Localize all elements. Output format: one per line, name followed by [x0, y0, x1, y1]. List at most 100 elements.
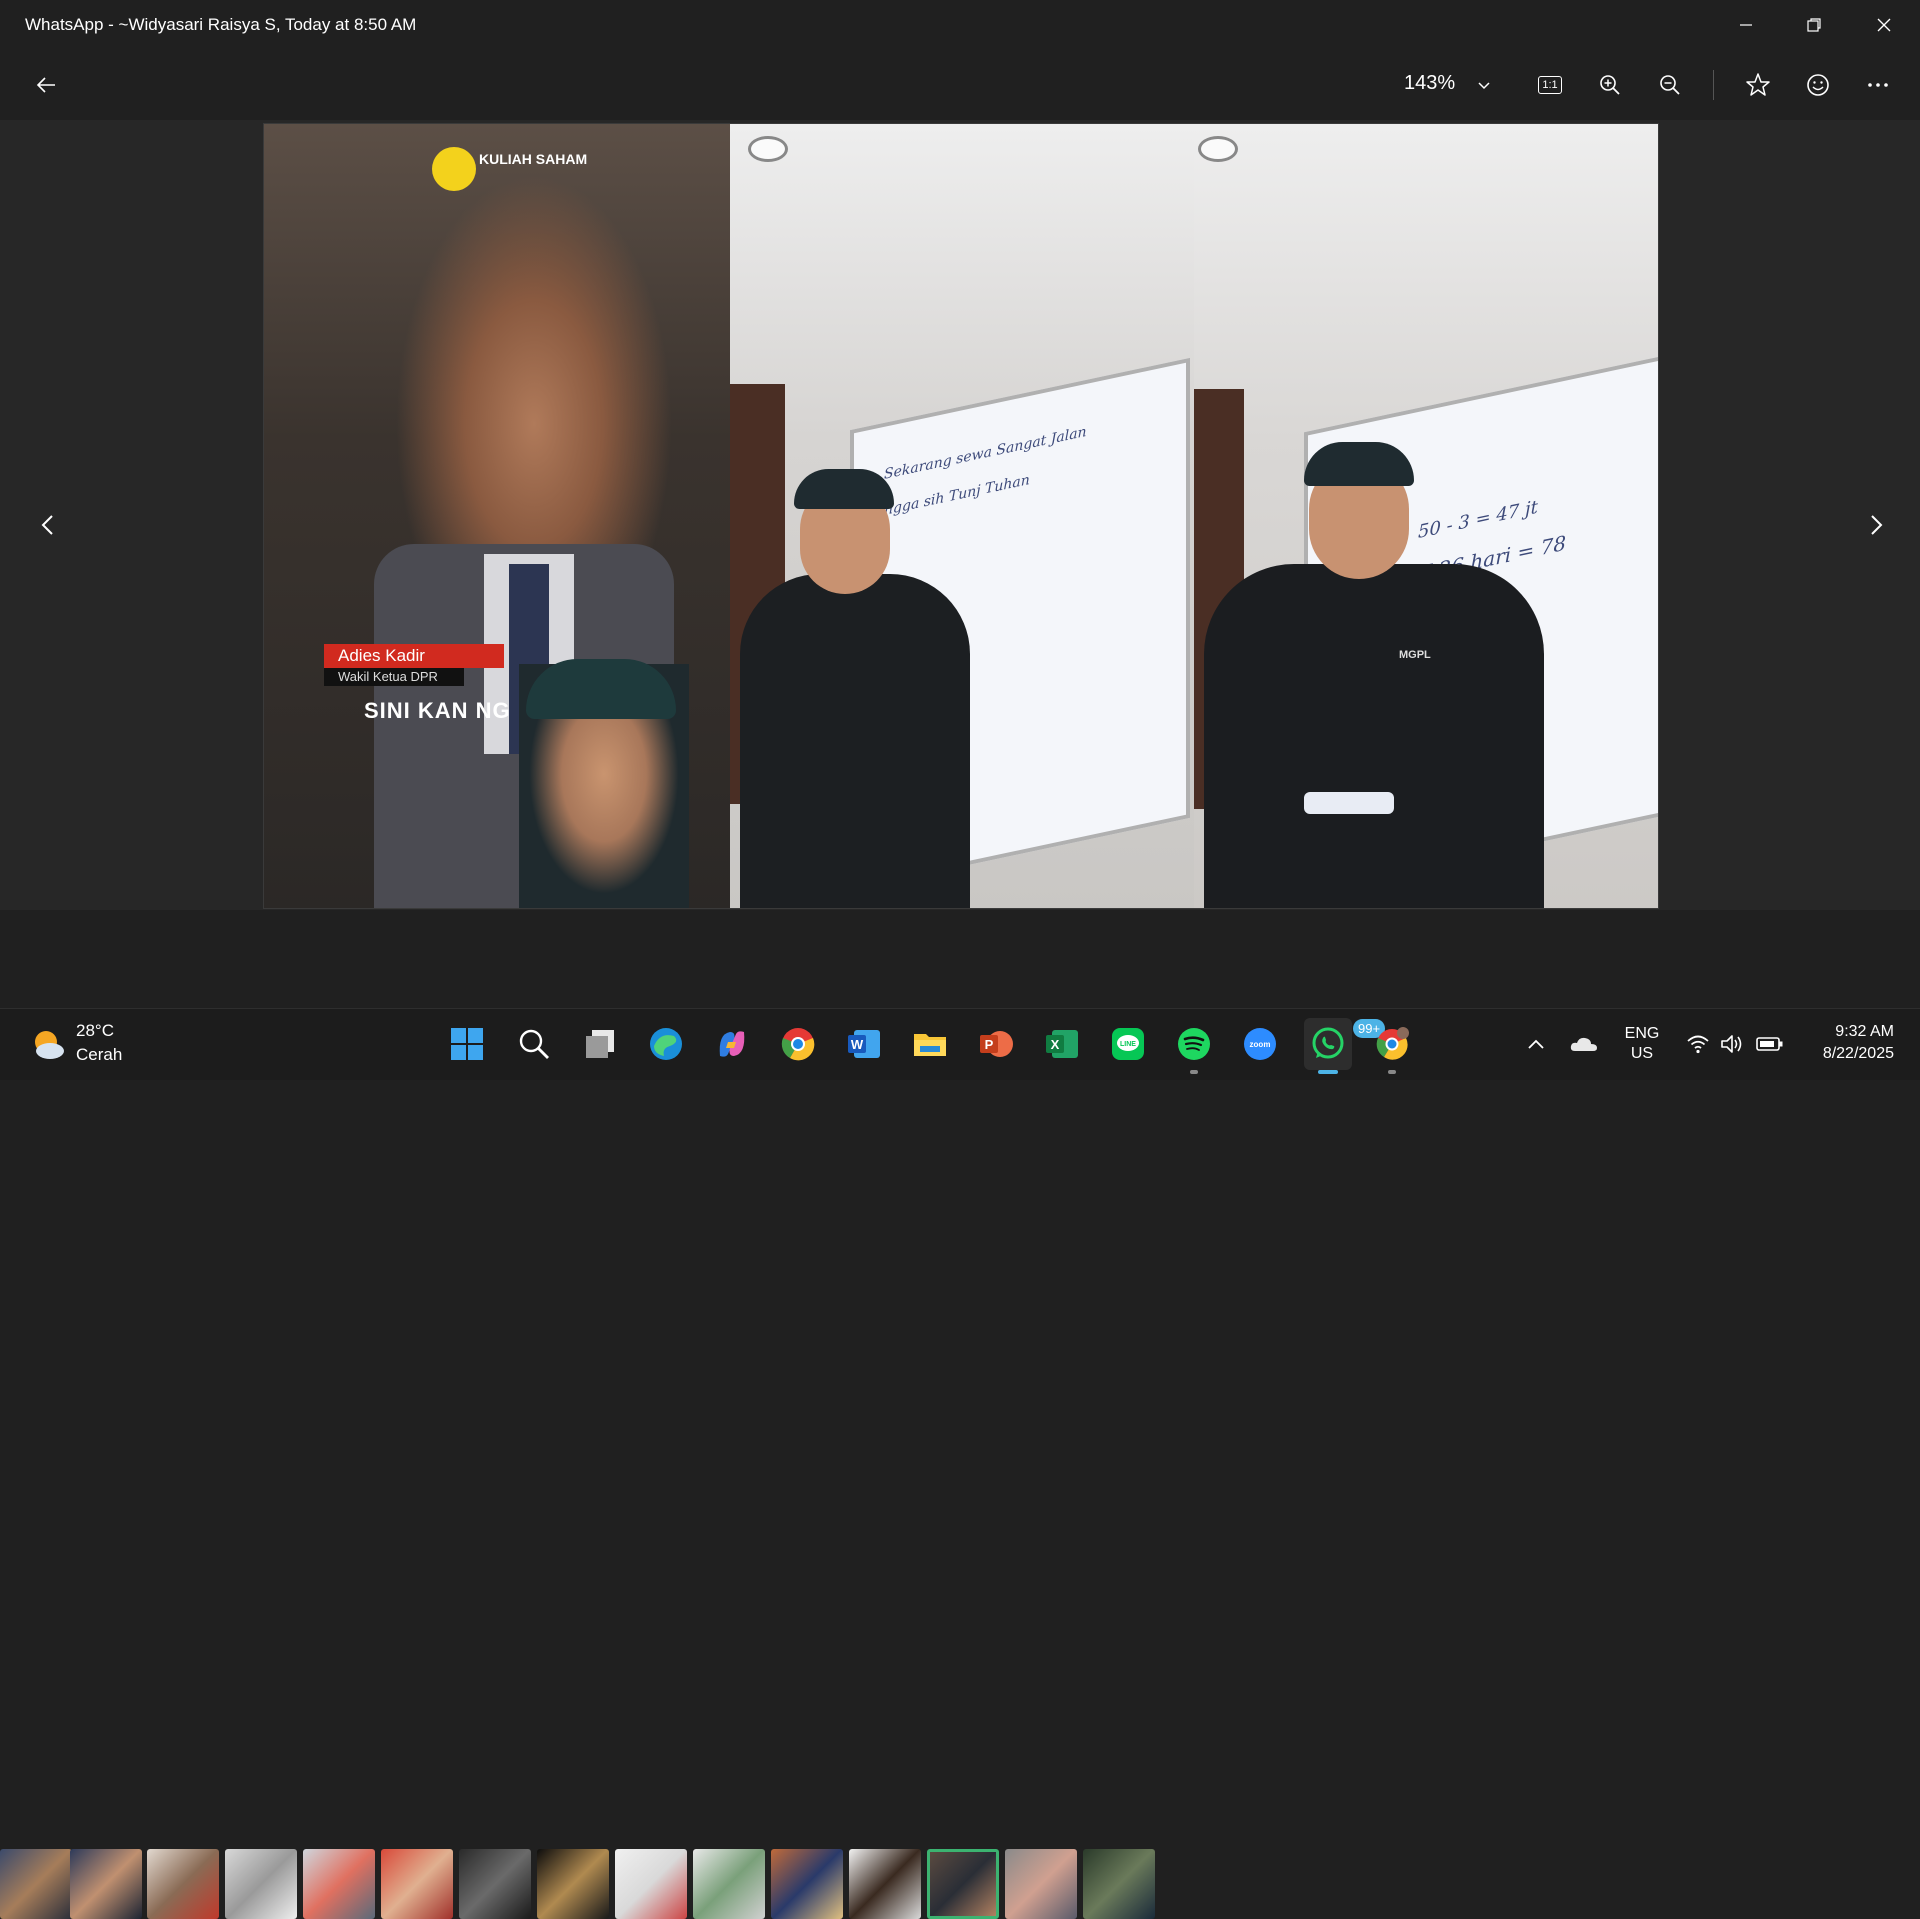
thumbnail[interactable] — [303, 1849, 375, 1919]
excel-app[interactable]: X — [1040, 1022, 1084, 1066]
thumbnail[interactable] — [1083, 1849, 1155, 1919]
minimize-icon — [1740, 24, 1752, 26]
file-explorer-app[interactable] — [908, 1022, 952, 1066]
svg-text:X: X — [1051, 1037, 1060, 1052]
react-button[interactable] — [1800, 67, 1836, 103]
svg-text:zoom: zoom — [1250, 1040, 1271, 1049]
clock-date: 8/22/2025 — [1822, 1045, 1894, 1062]
thumbnail[interactable] — [70, 1849, 142, 1919]
task-view-button[interactable] — [578, 1022, 622, 1066]
edge-app[interactable] — [644, 1022, 688, 1066]
thumbnail[interactable] — [0, 1849, 72, 1919]
displayed-photo[interactable]: KULIAH SAHAM Adies Kadir Wakil Ketua DPR… — [263, 123, 1659, 909]
restore-button[interactable] — [1780, 0, 1848, 50]
input-language-indicator[interactable]: ENG US — [1620, 1024, 1664, 1064]
thumbnail[interactable] — [381, 1849, 453, 1919]
word-app[interactable]: W — [842, 1022, 886, 1066]
wifi-icon — [1687, 1035, 1709, 1054]
more-options-button[interactable] — [1860, 67, 1896, 103]
presenter-body — [740, 574, 970, 908]
svg-text:W: W — [851, 1037, 864, 1052]
whatsapp-icon — [1312, 1027, 1344, 1059]
powerpoint-app[interactable]: P — [974, 1022, 1018, 1066]
zoom-app[interactable]: zoom — [1238, 1022, 1282, 1066]
word-icon: W — [848, 1030, 880, 1058]
minimize-button[interactable] — [1712, 0, 1780, 50]
thumbnail[interactable] — [225, 1849, 297, 1919]
filmstrip — [0, 923, 1920, 1919]
caption-subtitle: SINI KAN NG — [364, 698, 511, 723]
ceiling-light — [748, 136, 788, 162]
caption-role: Wakil Ketua DPR — [324, 668, 464, 686]
photo-panel-whiteboard-2: 50 - 3 = 47 jt X 26 hari = 78 MGPL — [1194, 124, 1658, 908]
onedrive-button[interactable] — [1564, 1022, 1604, 1066]
chevron-down-icon — [1478, 82, 1490, 90]
logo-text: KULIAH SAHAM — [479, 151, 588, 167]
whiteboard-text-2: ngga sih Tunj Tuhan — [884, 471, 1030, 519]
excel-icon: X — [1046, 1030, 1078, 1058]
zoom-out-button[interactable] — [1652, 67, 1688, 103]
chevron-left-icon — [41, 515, 53, 535]
show-hidden-icons-button[interactable] — [1516, 1022, 1556, 1066]
previous-image-button[interactable] — [28, 505, 68, 545]
presenter-cap-2 — [1304, 442, 1414, 486]
star-button[interactable] — [1740, 67, 1776, 103]
whatsapp-app[interactable] — [1304, 1018, 1352, 1070]
whiteboard-text-1: Sekarang sewa Sangat Jalan — [884, 423, 1087, 483]
spotify-running-indicator — [1190, 1070, 1198, 1074]
back-button[interactable] — [28, 67, 64, 103]
marker-in-hand — [1304, 792, 1394, 814]
thumbnail[interactable] — [1005, 1849, 1077, 1919]
chrome-profile-app[interactable] — [1370, 1022, 1414, 1066]
thumbnail[interactable] — [771, 1849, 843, 1919]
spotify-app[interactable] — [1172, 1022, 1216, 1066]
zoom-dropdown-button[interactable] — [1466, 67, 1502, 103]
presenter-cap — [794, 469, 894, 509]
actual-size-icon: 1:1 — [1538, 76, 1562, 94]
ceiling-light-2 — [1198, 136, 1238, 162]
copilot-app[interactable] — [710, 1022, 754, 1066]
thumbnail[interactable] — [459, 1849, 531, 1919]
chrome-app[interactable] — [776, 1022, 820, 1066]
back-arrow-icon — [36, 77, 55, 93]
viewer-toolbar — [0, 50, 1920, 120]
weather-widget[interactable] — [28, 1024, 68, 1064]
battery-button[interactable] — [1750, 1022, 1790, 1066]
copilot-icon — [719, 1031, 745, 1057]
thumbnail[interactable] — [615, 1849, 687, 1919]
thumbnail[interactable] — [849, 1849, 921, 1919]
language-code: ENG — [1624, 1025, 1660, 1042]
photo-panel-news: KULIAH SAHAM Adies Kadir Wakil Ketua DPR… — [264, 124, 730, 908]
next-image-button[interactable] — [1856, 505, 1896, 545]
window-title: WhatsApp - ~Widyasari Raisya S, Today at… — [25, 15, 417, 34]
chevron-up-icon — [1528, 1039, 1544, 1049]
zoom-in-button[interactable] — [1592, 67, 1628, 103]
search-button[interactable] — [512, 1022, 556, 1066]
system-clock[interactable]: 9:32 AM 8/22/2025 — [1800, 1021, 1894, 1065]
thumbnail[interactable] — [147, 1849, 219, 1919]
chrome-profile-icon — [1376, 1027, 1409, 1060]
caption-name: Adies Kadir — [324, 644, 504, 668]
svg-text:P: P — [985, 1037, 994, 1052]
thumbnail-selected[interactable] — [927, 1849, 999, 1919]
line-app[interactable]: LINE — [1106, 1022, 1150, 1066]
search-icon — [519, 1029, 549, 1059]
volume-button[interactable] — [1712, 1022, 1752, 1066]
weather-temperature[interactable]: 28°C — [76, 1021, 114, 1041]
weather-sun-cloud-icon — [35, 1031, 64, 1059]
zoom-icon: zoom — [1244, 1028, 1276, 1060]
close-button[interactable] — [1850, 0, 1918, 50]
close-icon — [1877, 18, 1891, 32]
start-button[interactable] — [445, 1022, 489, 1066]
zoom-in-icon — [1600, 75, 1620, 95]
folder-icon — [914, 1034, 946, 1056]
weather-description[interactable]: Cerah — [76, 1045, 122, 1065]
actual-size-button[interactable]: 1:1 — [1532, 67, 1568, 103]
whatsapp-active-indicator — [1318, 1070, 1338, 1074]
shirt-logo: MGPL — [1399, 649, 1431, 661]
zoom-level[interactable]: 143% — [1404, 72, 1455, 95]
speaker-icon — [1721, 1035, 1742, 1053]
thumbnail[interactable] — [537, 1849, 609, 1919]
spotify-icon — [1178, 1028, 1210, 1060]
thumbnail[interactable] — [693, 1849, 765, 1919]
